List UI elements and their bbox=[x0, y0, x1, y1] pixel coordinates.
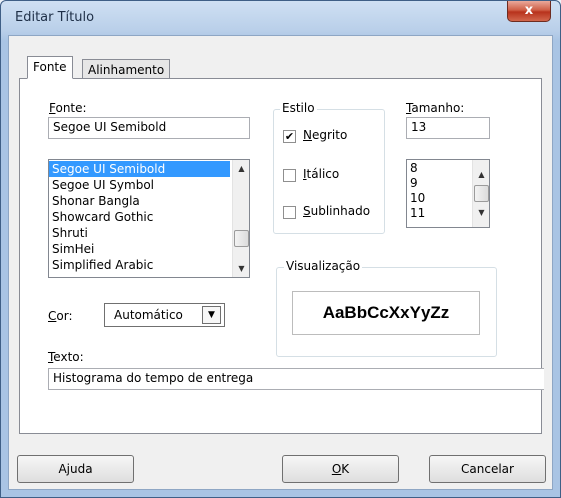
tab-fonte[interactable]: Fonte bbox=[27, 56, 73, 79]
tab-alinhamento[interactable]: Alinhamento bbox=[82, 59, 171, 79]
preview-group-label: Visualização bbox=[284, 259, 363, 273]
font-list-item[interactable]: Shruti bbox=[49, 225, 230, 241]
size-list-scrollbar[interactable]: ▲ ▼ bbox=[472, 160, 489, 227]
scroll-thumb[interactable] bbox=[474, 185, 489, 202]
italic-checkbox[interactable] bbox=[283, 169, 296, 182]
title-text-input[interactable]: Histograma do tempo de entrega bbox=[48, 368, 544, 390]
dialog-client-area: Fonte Alinhamento Fonte: Segoe UI Semibo… bbox=[8, 35, 553, 490]
help-button[interactable]: Ajuda bbox=[17, 455, 134, 483]
window-title: Editar Título bbox=[15, 10, 95, 25]
size-list-item[interactable]: 11 bbox=[407, 206, 471, 221]
underline-checkbox[interactable] bbox=[283, 206, 296, 219]
scroll-down-icon[interactable]: ▼ bbox=[473, 204, 489, 221]
size-label: Tamanho: bbox=[406, 101, 465, 115]
preview-sample: AaBbCcXxYyZz bbox=[292, 291, 480, 335]
italic-label: Itálico bbox=[303, 167, 340, 181]
font-listbox[interactable]: Segoe UI Semibold Segoe UI Symbol Shonar… bbox=[48, 159, 250, 278]
color-combobox[interactable]: Automático ▼ bbox=[104, 303, 225, 327]
close-icon: x bbox=[524, 3, 534, 18]
scroll-up-icon[interactable]: ▲ bbox=[233, 160, 249, 177]
size-input[interactable]: 13 bbox=[406, 117, 490, 139]
tab-panel-fonte: Fonte: Segoe UI Semibold Segoe UI Semibo… bbox=[19, 78, 544, 434]
text-label: Texto: bbox=[48, 350, 84, 364]
dialog-window: Editar Título x Fonte Alinhamento Fonte:… bbox=[0, 0, 561, 498]
scroll-thumb[interactable] bbox=[234, 230, 249, 247]
close-button[interactable]: x bbox=[507, 1, 551, 22]
color-label: Cor: bbox=[48, 309, 73, 323]
underline-label: Sublinhado bbox=[303, 204, 371, 218]
scroll-up-icon[interactable]: ▲ bbox=[473, 166, 489, 183]
check-icon: ✔ bbox=[284, 130, 295, 143]
color-value: Automático bbox=[114, 308, 183, 322]
font-list-item[interactable]: Segoe UI Symbol bbox=[49, 177, 230, 193]
style-group-label: Estilo bbox=[280, 101, 317, 115]
font-list-scrollbar[interactable]: ▲ ▼ bbox=[232, 160, 249, 277]
size-list-item[interactable]: 9 bbox=[407, 176, 471, 191]
size-list-item[interactable]: 10 bbox=[407, 191, 471, 206]
font-label: Fonte: bbox=[49, 101, 87, 115]
font-list-item[interactable]: Shonar Bangla bbox=[49, 193, 230, 209]
font-list-item[interactable]: SimHei bbox=[49, 241, 230, 257]
font-name-input[interactable]: Segoe UI Semibold bbox=[48, 117, 250, 139]
cancel-button[interactable]: Cancelar bbox=[429, 455, 546, 483]
font-list-item[interactable]: Simplified Arabic bbox=[49, 257, 230, 273]
bold-label: Negrito bbox=[303, 128, 348, 142]
size-list-item[interactable]: 8 bbox=[407, 161, 471, 176]
font-list-item[interactable]: Showcard Gothic bbox=[49, 209, 230, 225]
scroll-down-icon[interactable]: ▼ bbox=[233, 260, 249, 277]
title-bar[interactable]: Editar Título x bbox=[1, 1, 560, 35]
ok-button[interactable]: OK bbox=[282, 455, 399, 483]
size-listbox[interactable]: 8 9 10 11 ▲ ▼ bbox=[406, 159, 490, 228]
chevron-down-icon[interactable]: ▼ bbox=[202, 306, 221, 324]
bold-checkbox[interactable]: ✔ bbox=[283, 130, 296, 143]
font-list-item-selected[interactable]: Segoe UI Semibold bbox=[49, 161, 230, 177]
